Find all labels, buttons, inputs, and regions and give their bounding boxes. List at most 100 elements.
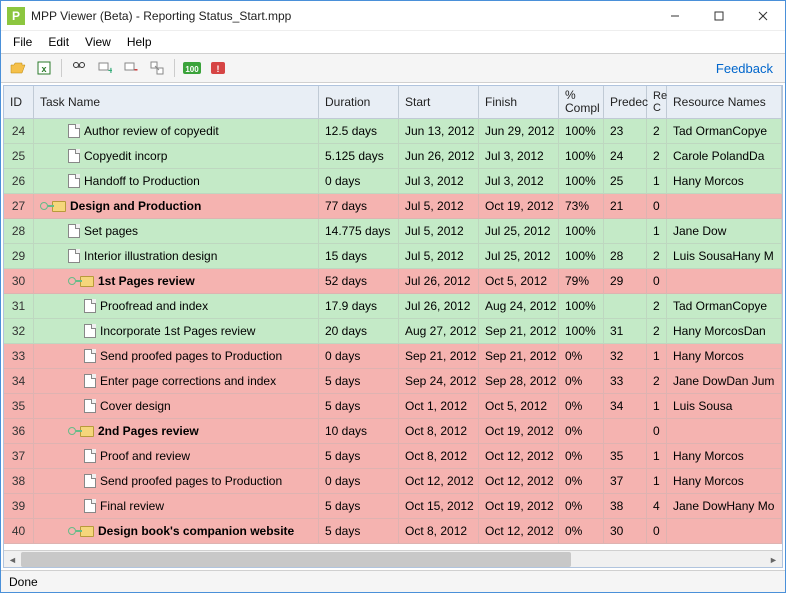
table-row[interactable]: 32Incorporate 1st Pages review20 daysAug… — [4, 319, 782, 344]
feedback-link[interactable]: Feedback — [716, 61, 779, 76]
task-name-label: Design book's companion website — [98, 524, 294, 538]
cell-resource-count: 2 — [647, 319, 667, 344]
menu-file[interactable]: File — [5, 33, 40, 51]
cell-resource-count: 2 — [647, 369, 667, 394]
cell-complete: 100% — [559, 144, 604, 169]
cell-duration: 0 days — [319, 344, 399, 369]
svg-text:!: ! — [217, 64, 220, 74]
cell-duration: 5.125 days — [319, 144, 399, 169]
minimize-button[interactable] — [653, 2, 697, 30]
cell-start: Sep 21, 2012 — [399, 344, 479, 369]
cell-duration: 5 days — [319, 494, 399, 519]
table-row[interactable]: 31Proofread and index17.9 daysJul 26, 20… — [4, 294, 782, 319]
table-row[interactable]: 25Copyedit incorp5.125 daysJun 26, 2012J… — [4, 144, 782, 169]
cell-finish: Oct 19, 2012 — [479, 494, 559, 519]
scroll-left-arrow[interactable]: ◄ — [4, 551, 21, 568]
cell-complete: 100% — [559, 244, 604, 269]
cell-duration: 17.9 days — [319, 294, 399, 319]
cell-id: 33 — [4, 344, 34, 369]
collapse-icon[interactable]: - — [120, 57, 142, 79]
cell-start: Jul 5, 2012 — [399, 244, 479, 269]
task-name-label: Send proofed pages to Production — [100, 474, 282, 488]
cell-finish: Jul 25, 2012 — [479, 244, 559, 269]
table-row[interactable]: 37Proof and review5 daysOct 8, 2012Oct 1… — [4, 444, 782, 469]
file-icon — [84, 374, 96, 388]
cell-predecessors: 37 — [604, 469, 647, 494]
task-name-label: Incorporate 1st Pages review — [100, 324, 255, 338]
cell-duration: 77 days — [319, 194, 399, 219]
file-icon — [68, 124, 80, 138]
cell-resources — [667, 419, 782, 444]
cell-predecessors: 21 — [604, 194, 647, 219]
cell-id: 39 — [4, 494, 34, 519]
open-icon[interactable] — [7, 57, 29, 79]
cell-complete: 100% — [559, 119, 604, 144]
scroll-right-arrow[interactable]: ► — [765, 551, 782, 568]
grid-body[interactable]: 24Author review of copyedit12.5 daysJun … — [4, 119, 782, 550]
task-name-label: Final review — [100, 499, 164, 513]
cell-resources — [667, 269, 782, 294]
cell-duration: 10 days — [319, 419, 399, 444]
link-icon[interactable] — [146, 57, 168, 79]
cell-duration: 0 days — [319, 169, 399, 194]
table-row[interactable]: 301st Pages review52 daysJul 26, 2012Oct… — [4, 269, 782, 294]
window-title: MPP Viewer (Beta) - Reporting Status_Sta… — [31, 9, 653, 23]
folder-icon — [80, 276, 94, 287]
find-icon[interactable] — [68, 57, 90, 79]
cell-finish: Jul 25, 2012 — [479, 219, 559, 244]
header-task-name[interactable]: Task Name — [34, 86, 319, 119]
header-resource-count[interactable]: Re C — [647, 86, 667, 119]
task-name-label: Design and Production — [70, 199, 201, 213]
table-row[interactable]: 24Author review of copyedit12.5 daysJun … — [4, 119, 782, 144]
cell-resources: Luis SousaHany M — [667, 244, 782, 269]
toolbar-separator — [174, 59, 175, 77]
table-row[interactable]: 29Interior illustration design15 daysJul… — [4, 244, 782, 269]
export-excel-icon[interactable]: x — [33, 57, 55, 79]
header-duration[interactable]: Duration — [319, 86, 399, 119]
scroll-thumb[interactable] — [21, 552, 571, 567]
cell-task-name: Incorporate 1st Pages review — [34, 319, 319, 344]
cell-duration: 52 days — [319, 269, 399, 294]
incomplete-filter-icon[interactable]: ! — [207, 57, 229, 79]
cell-predecessors — [604, 419, 647, 444]
cell-resources: Jane DowDan Jum — [667, 369, 782, 394]
header-finish[interactable]: Finish — [479, 86, 559, 119]
file-icon — [68, 224, 80, 238]
cell-id: 24 — [4, 119, 34, 144]
table-row[interactable]: 27Design and Production77 daysJul 5, 201… — [4, 194, 782, 219]
table-row[interactable]: 28Set pages14.775 daysJul 5, 2012Jul 25,… — [4, 219, 782, 244]
cell-task-name: Send proofed pages to Production — [34, 344, 319, 369]
table-row[interactable]: 39Final review5 daysOct 15, 2012Oct 19, … — [4, 494, 782, 519]
close-button[interactable] — [741, 2, 785, 30]
maximize-button[interactable] — [697, 2, 741, 30]
cell-resource-count: 0 — [647, 194, 667, 219]
task-name-label: Handoff to Production — [84, 174, 200, 188]
cell-task-name: Author review of copyedit — [34, 119, 319, 144]
cell-duration: 20 days — [319, 319, 399, 344]
cell-resource-count: 1 — [647, 444, 667, 469]
table-row[interactable]: 40Design book's companion website5 daysO… — [4, 519, 782, 544]
table-row[interactable]: 26Handoff to Production0 daysJul 3, 2012… — [4, 169, 782, 194]
expand-icon[interactable]: + — [94, 57, 116, 79]
header-start[interactable]: Start — [399, 86, 479, 119]
header-complete[interactable]: % Compl — [559, 86, 604, 119]
menu-view[interactable]: View — [77, 33, 119, 51]
table-row[interactable]: 38Send proofed pages to Production0 days… — [4, 469, 782, 494]
horizontal-scrollbar[interactable]: ◄ ► — [4, 550, 782, 567]
menu-help[interactable]: Help — [119, 33, 160, 51]
cell-resource-count: 0 — [647, 519, 667, 544]
header-id[interactable]: ID — [4, 86, 34, 119]
header-resources[interactable]: Resource Names — [667, 86, 782, 119]
table-row[interactable]: 33Send proofed pages to Production0 days… — [4, 344, 782, 369]
table-row[interactable]: 34Enter page corrections and index5 days… — [4, 369, 782, 394]
cell-task-name: Design book's companion website — [34, 519, 319, 544]
cell-finish: Oct 12, 2012 — [479, 519, 559, 544]
complete-filter-icon[interactable]: 100 — [181, 57, 203, 79]
table-row[interactable]: 362nd Pages review10 daysOct 8, 2012Oct … — [4, 419, 782, 444]
menu-edit[interactable]: Edit — [40, 33, 77, 51]
cell-finish: Aug 24, 2012 — [479, 294, 559, 319]
header-predecessors[interactable]: Predec — [604, 86, 647, 119]
table-row[interactable]: 35Cover design5 daysOct 1, 2012Oct 5, 20… — [4, 394, 782, 419]
cell-task-name: Cover design — [34, 394, 319, 419]
cell-complete: 0% — [559, 444, 604, 469]
